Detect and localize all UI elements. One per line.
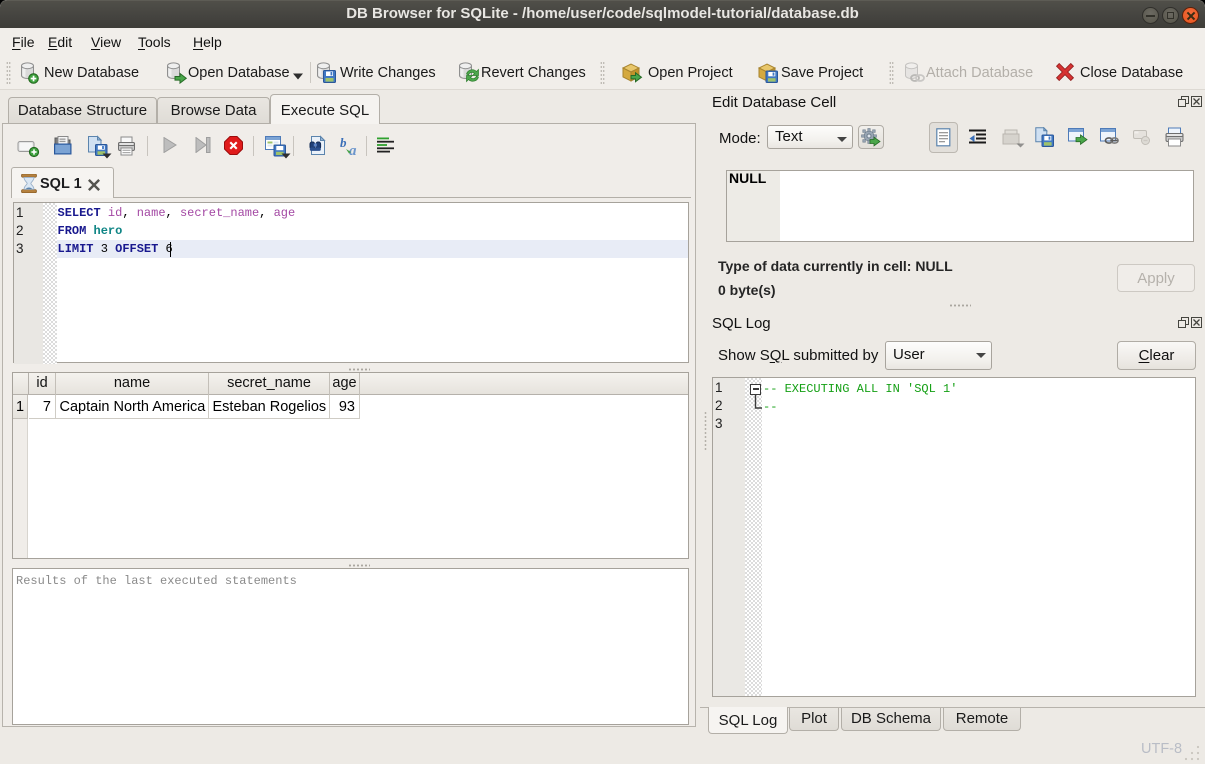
svg-text:a: a	[349, 143, 357, 157]
svg-text:b: b	[340, 136, 347, 150]
